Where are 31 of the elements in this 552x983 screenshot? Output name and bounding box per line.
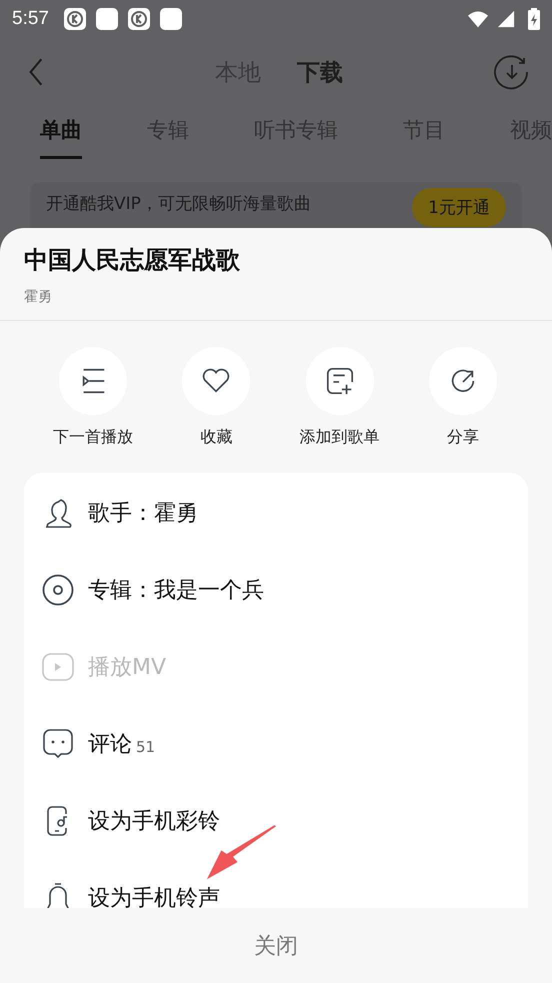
action-label: 下一首播放	[53, 427, 133, 448]
vip-button[interactable]: 1元开通	[412, 188, 506, 227]
disc-icon	[42, 574, 74, 606]
wifi-icon	[468, 10, 488, 28]
song-artist: 霍勇	[24, 288, 53, 306]
header-tab[interactable]: 下载	[297, 56, 343, 88]
menu-item[interactable]: 设为手机铃声	[24, 859, 528, 908]
menu-item[interactable]: 设为手机彩铃	[24, 782, 528, 859]
download-icon[interactable]	[494, 54, 530, 90]
play-video-icon	[42, 650, 74, 682]
vip-promo-text: 开通酷我VIP，可无限畅听海量歌曲	[46, 193, 311, 215]
status-time: 5:57	[12, 8, 49, 30]
signal-icon	[496, 10, 516, 28]
app-notification-icon	[62, 7, 87, 31]
add-to-playlist-icon	[324, 366, 355, 396]
close-button[interactable]: 关闭	[0, 908, 552, 983]
category-tab[interactable]: 单曲	[40, 116, 82, 159]
battery-icon	[528, 8, 540, 30]
menu-item[interactable]: 歌手：霍勇	[24, 474, 528, 551]
back-icon[interactable]	[28, 57, 44, 87]
notification-icon	[94, 7, 119, 31]
comment-count: 51	[136, 736, 156, 756]
notification-icon	[158, 7, 183, 31]
song-title: 中国人民志愿军战歌	[24, 245, 241, 276]
comment-icon	[42, 728, 74, 760]
action-label: 分享	[446, 427, 479, 448]
action-label: 添加到歌单	[300, 427, 380, 448]
app-notification-icon	[126, 7, 151, 31]
menu-item[interactable]: 专辑：我是一个兵	[24, 551, 528, 628]
action-label: 收藏	[200, 427, 232, 448]
menu-item[interactable]: 评论 51	[24, 705, 528, 782]
